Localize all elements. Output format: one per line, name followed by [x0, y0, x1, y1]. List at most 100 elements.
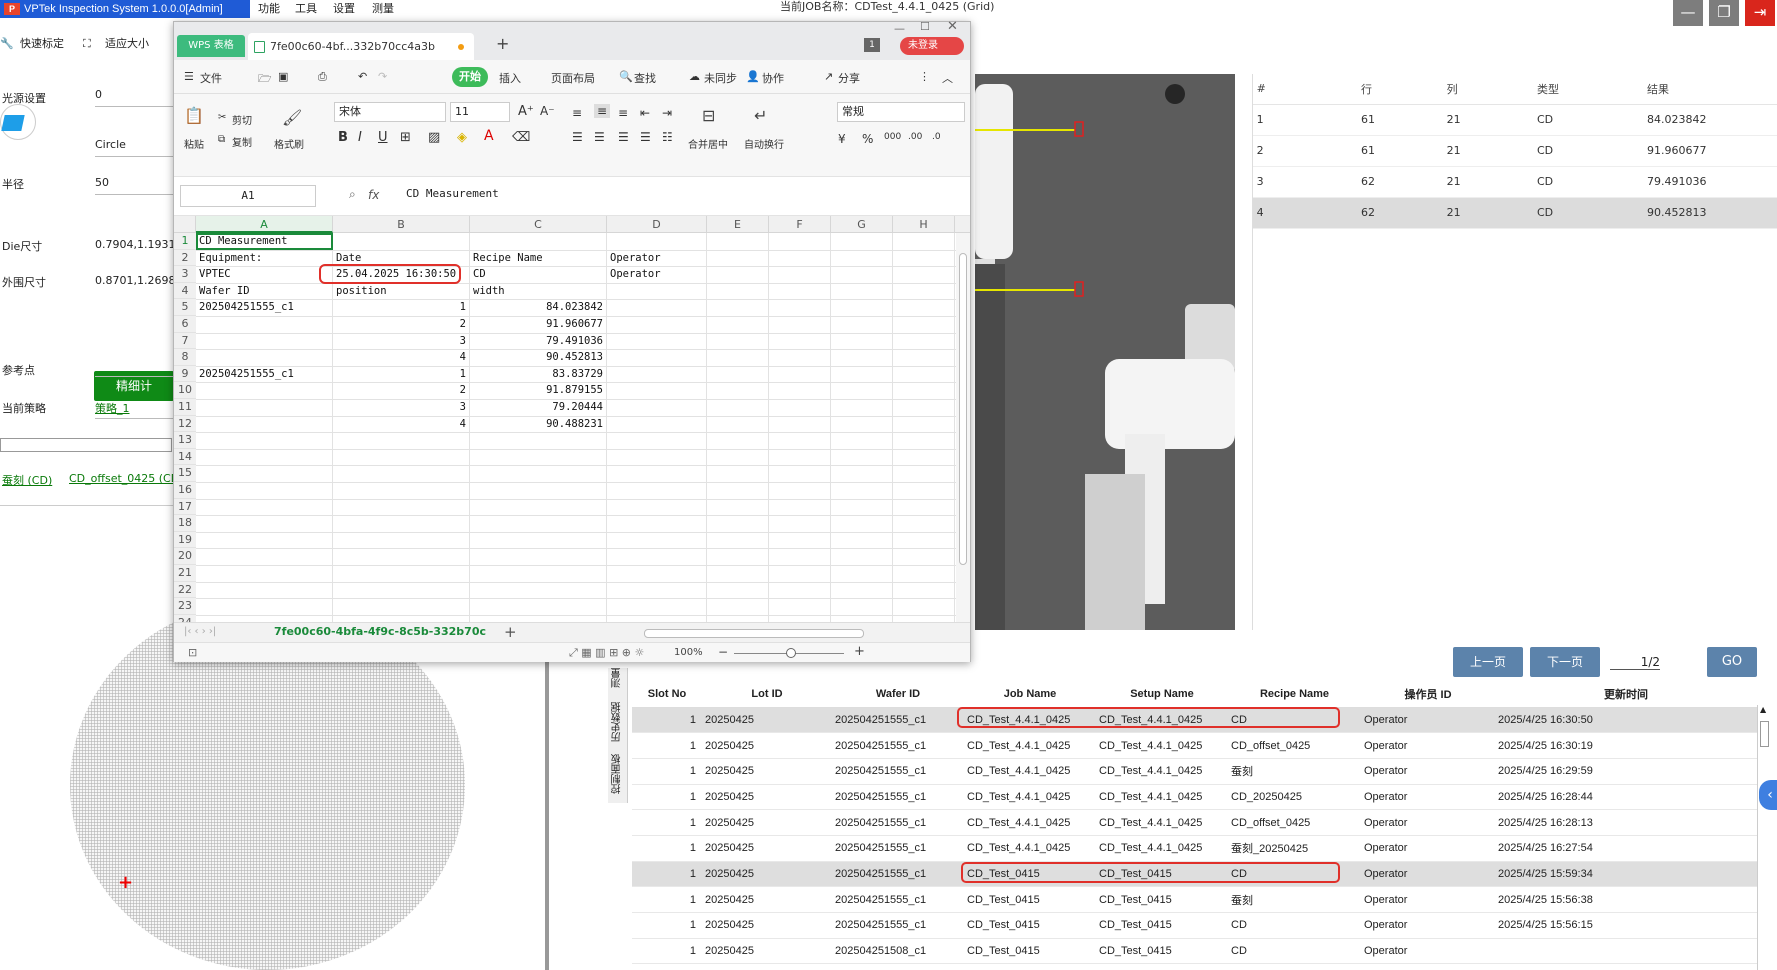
scroll-up-icon[interactable]: ▲: [1760, 705, 1766, 714]
more-icon[interactable]: ⋮: [919, 70, 930, 83]
row-header[interactable]: 16: [174, 482, 196, 499]
sem-image-view[interactable]: [975, 74, 1235, 630]
column-header[interactable]: D: [607, 216, 707, 233]
tab-control-panel[interactable]: 控制面板: [610, 754, 624, 794]
sheet-horizontal-scrollbar[interactable]: [644, 629, 864, 638]
row-header[interactable]: 14: [174, 448, 196, 466]
cut-button[interactable]: 剪切: [232, 112, 252, 127]
copy-button[interactable]: 复制: [232, 134, 252, 149]
cell-b11[interactable]: 3: [333, 399, 466, 415]
sheet-nav-icon[interactable]: |‹ ‹ › ›|: [184, 626, 216, 637]
wps-close-icon[interactable]: ✕: [947, 19, 958, 34]
font-size-select[interactable]: 11: [450, 102, 510, 122]
cell-b4[interactable]: position: [336, 283, 387, 299]
panel-splitter[interactable]: [545, 660, 549, 970]
cell-c5[interactable]: 84.023842: [470, 299, 603, 315]
recipe-link-etch[interactable]: 蚕刻 (CD): [2, 472, 52, 488]
font-family-select[interactable]: 宋体: [334, 102, 446, 122]
left-horizontal-scrollbar[interactable]: [0, 438, 172, 452]
increase-decimal-icon[interactable]: .00: [908, 132, 922, 142]
column-header[interactable]: B: [333, 216, 470, 233]
cell-b8[interactable]: 4: [333, 349, 466, 365]
distribute-icon[interactable]: ☷: [662, 130, 673, 144]
row-header[interactable]: 17: [174, 498, 196, 516]
result-row[interactable]: 3 62 21 CD 79.491036: [1253, 166, 1777, 198]
row-header[interactable]: 5: [174, 299, 196, 316]
column-header[interactable]: H: [893, 216, 955, 233]
row-header[interactable]: 12: [174, 415, 196, 433]
select-all-corner[interactable]: [174, 216, 196, 233]
menu-tools[interactable]: 工具: [295, 0, 317, 18]
menu-settings[interactable]: 设置: [333, 0, 355, 18]
row-header[interactable]: 23: [174, 598, 196, 615]
history-row[interactable]: 1 20250425 202504251555_c1 CD_Test_0415 CD_T…: [632, 912, 1757, 939]
italic-icon[interactable]: I: [358, 130, 362, 145]
quick-calibrate-button[interactable]: 快速标定: [20, 36, 64, 52]
cell-c9[interactable]: 83.83729: [470, 366, 603, 382]
collapse-panel-icon[interactable]: ‹: [1759, 780, 1777, 810]
tab-page-layout[interactable]: 页面布局: [551, 70, 595, 86]
shape-value[interactable]: Circle: [95, 138, 126, 151]
justify-icon[interactable]: ☰: [640, 130, 651, 144]
menu-measure[interactable]: 测量: [372, 0, 394, 18]
decrease-decimal-icon[interactable]: .0: [932, 132, 941, 142]
result-row[interactable]: 2 61 21 CD 91.960677: [1253, 135, 1777, 167]
cell-c10[interactable]: 91.879155: [470, 382, 603, 398]
row-header[interactable]: 24: [174, 614, 196, 622]
fit-size-button[interactable]: 适应大小: [105, 36, 149, 52]
share-icon[interactable]: ↗: [824, 70, 833, 83]
font-color-icon[interactable]: A: [484, 128, 494, 144]
border-icon[interactable]: ⊞: [400, 130, 411, 145]
column-header[interactable]: G: [831, 216, 893, 233]
zoom-out-icon[interactable]: −: [718, 645, 728, 659]
row-header[interactable]: 20: [174, 548, 196, 565]
row-header[interactable]: 15: [174, 465, 196, 482]
redo-icon[interactable]: ↷: [378, 70, 387, 83]
result-row[interactable]: 4 62 21 CD 90.452813: [1253, 197, 1777, 229]
history-row[interactable]: 1 20250425 202504251555_c1 CD_Test_4.4.1_04…: [632, 784, 1757, 811]
sheet-tab[interactable]: 7fe00c60-4bfa-4f9c-8c5b-332b70c: [274, 625, 486, 638]
currency-icon[interactable]: ¥: [838, 132, 846, 146]
zoom-formula-icon[interactable]: ⌕: [349, 187, 356, 202]
restore-button[interactable]: ❐: [1709, 0, 1739, 26]
row-header[interactable]: 13: [174, 432, 196, 449]
cell-c4[interactable]: width: [473, 283, 505, 299]
fx-icon[interactable]: fx: [368, 188, 379, 202]
cell-a9[interactable]: 202504251555_c1: [199, 366, 294, 382]
row-header[interactable]: 10: [174, 382, 196, 399]
history-vertical-scrollbar[interactable]: ▲: [1757, 705, 1771, 970]
open-icon[interactable]: 🗁: [258, 70, 272, 89]
underline-icon[interactable]: U: [378, 130, 388, 145]
fit-size-icon[interactable]: ⛶: [83, 36, 91, 52]
exit-button[interactable]: ⇥: [1745, 0, 1775, 26]
column-header[interactable]: E: [707, 216, 769, 233]
spreadsheet-grid[interactable]: ABCDEFGH 1 2 3 4 5 6 7 8 9 10 11 12 13 14 15 16 17 18 19 20…: [174, 216, 970, 622]
cell-c6[interactable]: 91.960677: [470, 316, 603, 332]
cell-b5[interactable]: 1: [333, 299, 466, 315]
merge-center-button[interactable]: 合并居中: [688, 136, 728, 151]
login-button[interactable]: 未登录: [900, 37, 964, 55]
prev-page-button[interactable]: 上一页: [1453, 647, 1523, 677]
share-button[interactable]: 分享: [838, 70, 860, 86]
row-header[interactable]: 2: [174, 249, 196, 267]
paste-button[interactable]: 粘贴: [184, 136, 204, 151]
history-column-header[interactable]: Lot ID: [702, 682, 832, 708]
wrap-text-button[interactable]: 自动换行: [744, 136, 784, 151]
column-header[interactable]: C: [470, 216, 607, 233]
history-column-header[interactable]: 操作员 ID: [1361, 682, 1495, 708]
cell-a5[interactable]: 202504251555_c1: [199, 299, 294, 315]
cell-d3[interactable]: Operator: [610, 266, 661, 282]
cell-c12[interactable]: 90.488231: [470, 416, 603, 432]
sheet-scroll-thumb[interactable]: [959, 253, 967, 565]
history-row[interactable]: 1 20250425 202504251555_c1 CD_Test_4.4.1_04…: [632, 732, 1757, 759]
row-header[interactable]: 19: [174, 531, 196, 549]
die-size-value[interactable]: 0.7904,1.1931: [95, 238, 175, 251]
bold-icon[interactable]: B: [338, 130, 348, 145]
sheet-vertical-scrollbar[interactable]: [956, 233, 970, 622]
save-icon[interactable]: ▣: [278, 70, 288, 83]
row-header[interactable]: 9: [174, 365, 196, 383]
cloud-sync-icon[interactable]: ☁: [689, 70, 700, 83]
macro-record-icon[interactable]: ⊡: [188, 646, 197, 659]
wps-spreadsheet-window[interactable]: WPS 表格 7fe00c60-4bf...332b70cc4a3b + 1 未…: [173, 19, 971, 662]
new-tab-icon[interactable]: +: [496, 34, 509, 53]
